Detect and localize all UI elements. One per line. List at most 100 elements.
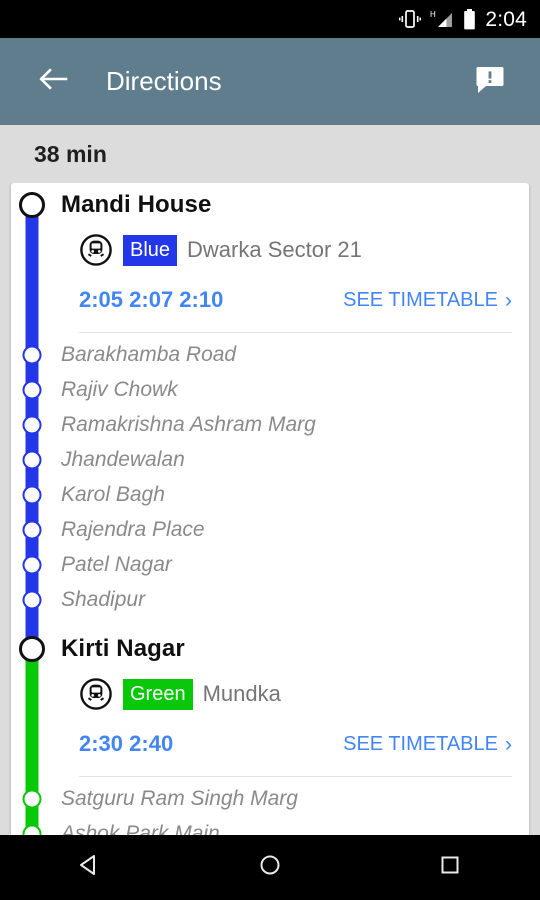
route-rail: [11, 183, 53, 227]
train-icon: [79, 233, 113, 267]
row-body: [53, 771, 529, 781]
route-rail: [11, 477, 53, 512]
row-body: Green Mundka: [53, 671, 529, 717]
row-body: [53, 617, 529, 627]
section-divider: [79, 331, 512, 333]
route-rail: [11, 717, 53, 771]
row-body: Shadipur: [53, 582, 529, 617]
intermediate-stop-name: Karol Bagh: [61, 482, 165, 506]
route-rail: [11, 771, 53, 781]
route-rail: [11, 512, 53, 547]
intermediate-stop-name: Shadipur: [61, 587, 146, 611]
route-line-segment: [25, 327, 39, 337]
page-title: Directions: [106, 66, 222, 96]
back-button[interactable]: [32, 60, 76, 104]
route-rail: [11, 627, 53, 671]
section-divider: [79, 775, 512, 777]
trip-duration: 38 min: [34, 140, 107, 167]
chevron-right-icon: ›: [505, 288, 512, 312]
android-nav-bar: [0, 835, 540, 900]
intermediate-stop-name: Ramakrishna Ashram Marg: [61, 412, 316, 436]
line-badge: Blue: [123, 234, 178, 266]
minor-stop-marker: [22, 520, 42, 539]
line-badge: Green: [123, 678, 193, 710]
vibrate-icon: [399, 9, 422, 29]
row-body: Patel Nagar: [53, 547, 529, 582]
minor-stop-marker: [22, 789, 42, 808]
minor-stop-marker: [22, 824, 42, 835]
status-icon-group: H: [399, 8, 476, 30]
status-clock: 2:04: [485, 7, 527, 31]
back-arrow-icon: [39, 67, 69, 96]
nav-home-icon: [257, 852, 283, 883]
row-body: Rajiv Chowk: [53, 372, 529, 407]
nav-home-button[interactable]: [230, 842, 310, 894]
see-timetable-link[interactable]: SEE TIMETABLE ›: [343, 289, 512, 312]
route-rail: [11, 337, 53, 372]
minor-stop-marker: [22, 345, 42, 364]
row-body: Jhandewalan: [53, 442, 529, 477]
departure-times: 2:05 2:07 2:10: [79, 287, 224, 312]
route-rail: [11, 547, 53, 582]
see-timetable-link[interactable]: SEE TIMETABLE ›: [343, 733, 512, 756]
see-timetable-label: SEE TIMETABLE: [343, 288, 498, 311]
minor-stop-marker: [22, 450, 42, 469]
minor-stop-marker: [22, 590, 42, 609]
route-line-segment: [25, 227, 39, 273]
major-stop-marker: [19, 636, 45, 662]
intermediate-stop-name: Jhandewalan: [61, 447, 185, 471]
route-rail: [11, 671, 53, 717]
row-body: Kirti Nagar: [53, 627, 529, 671]
intermediate-stop-name: Satguru Ram Singh Marg: [61, 786, 298, 810]
route-line-segment: [25, 273, 39, 327]
duration-strip: 38 min: [0, 125, 540, 183]
route-rail: [11, 816, 53, 835]
major-station-name: Mandi House: [61, 191, 212, 218]
route-card: Mandi House Blue Dwarka Sector 21 2:05 2:07…: [11, 183, 529, 835]
directions-screen: H 2:04 Directions 38 min Mandi House Blu…: [0, 0, 540, 900]
intermediate-stop-name: Patel Nagar: [61, 552, 172, 576]
route-line-segment: [25, 671, 39, 717]
minor-stop-marker: [22, 415, 42, 434]
row-body: Blue Dwarka Sector 21: [53, 227, 529, 273]
major-stop-marker: [19, 192, 45, 218]
route-line-segment: [25, 771, 39, 781]
intermediate-stop-name: Ashok Park Main: [61, 821, 220, 836]
app-bar: Directions: [0, 38, 540, 125]
departure-times: 2:30 2:40: [79, 731, 174, 756]
signal-h-icon: H: [430, 9, 454, 29]
chevron-right-icon: ›: [505, 732, 512, 756]
see-timetable-label: SEE TIMETABLE: [343, 732, 498, 755]
line-destination: Mundka: [202, 681, 281, 706]
row-body: Satguru Ram Singh Marg: [53, 781, 529, 816]
route-rail: [11, 582, 53, 617]
feedback-button[interactable]: [466, 58, 514, 106]
row-body: Ashok Park Main: [53, 816, 529, 836]
intermediate-stop-name: Rajendra Place: [61, 517, 205, 541]
major-station-name: Kirti Nagar: [61, 635, 185, 662]
route-scroll-area[interactable]: Mandi House Blue Dwarka Sector 21 2:05 2:07…: [0, 183, 540, 835]
feedback-icon: [474, 63, 506, 100]
train-icon: [79, 677, 113, 711]
route-rail: [11, 407, 53, 442]
row-body: Barakhamba Road: [53, 337, 529, 372]
row-body: Ramakrishna Ashram Marg: [53, 407, 529, 442]
intermediate-stop-name: Barakhamba Road: [61, 342, 237, 366]
minor-stop-marker: [22, 380, 42, 399]
row-body: 2:05 2:07 2:10 SEE TIMETABLE ›: [53, 273, 529, 327]
route-rail: [11, 327, 53, 337]
row-body: [53, 327, 529, 337]
row-body: Karol Bagh: [53, 477, 529, 512]
minor-stop-marker: [22, 485, 42, 504]
battery-icon: [463, 8, 476, 30]
intermediate-stop-name: Rajiv Chowk: [61, 377, 178, 401]
line-destination: Dwarka Sector 21: [187, 237, 362, 262]
route-line-segment: [25, 617, 39, 627]
route-rail: [11, 372, 53, 407]
nav-back-icon: [77, 852, 103, 883]
nav-recents-button[interactable]: [410, 842, 490, 894]
route-rail: [11, 273, 53, 327]
svg-text:H: H: [430, 10, 436, 19]
row-body: Mandi House: [53, 183, 529, 227]
nav-back-button[interactable]: [50, 842, 130, 894]
